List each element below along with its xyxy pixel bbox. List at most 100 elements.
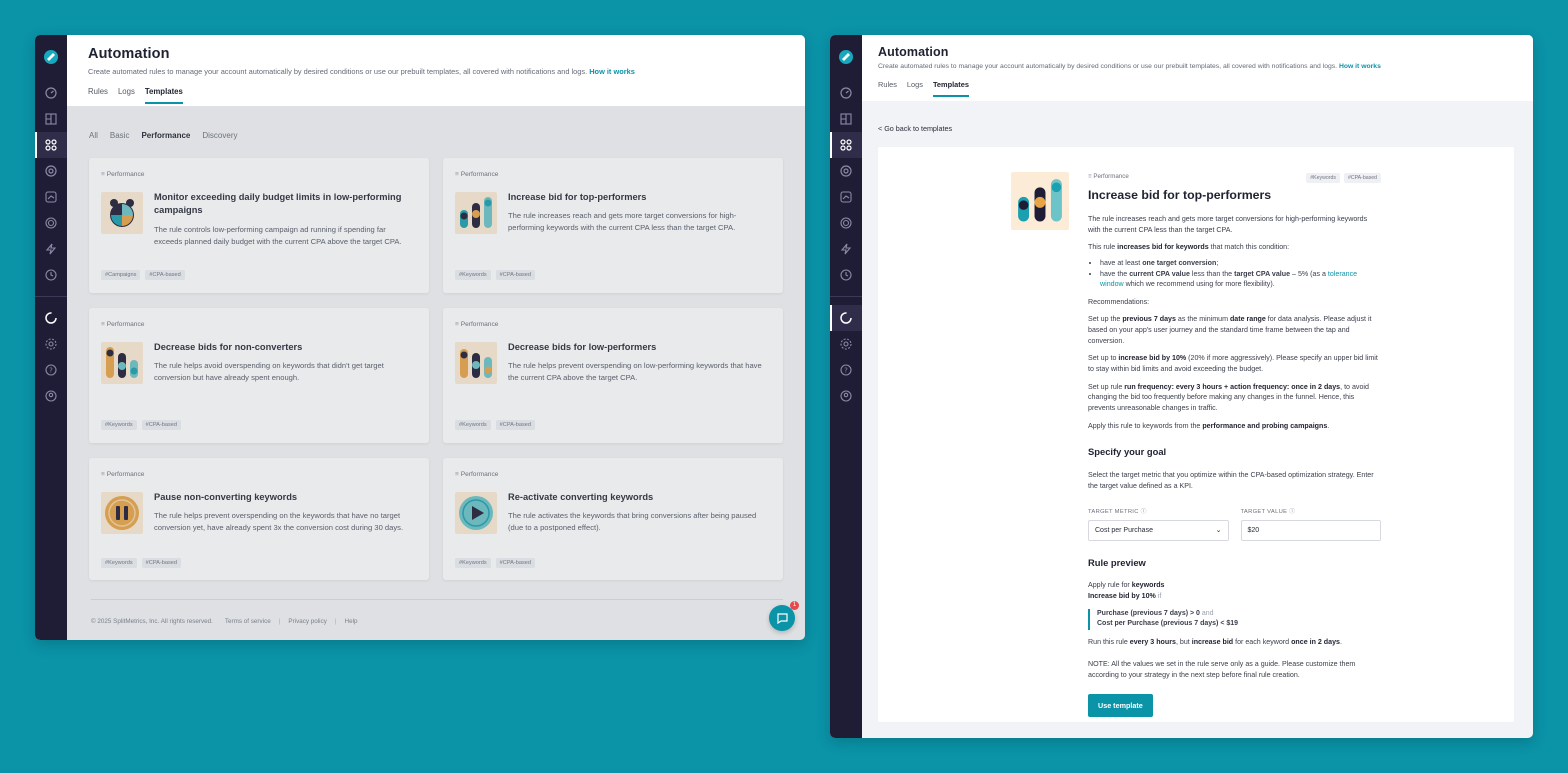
templates-list-window: ? Automation Create automated rules to m… (35, 35, 805, 640)
card-title: Pause non-converting keywords (154, 492, 298, 502)
loader-icon[interactable] (35, 305, 67, 331)
search-ads-icon[interactable] (35, 158, 67, 184)
chat-button[interactable]: 1 (769, 601, 799, 631)
card-description: The rule activates the keywords that bri… (508, 511, 757, 532)
filter-discovery[interactable]: Discovery (202, 131, 237, 140)
copyright-text: © 2025 SplitMetrics, Inc. All rights res… (91, 618, 213, 625)
automation-icon[interactable] (35, 132, 67, 158)
lightning-icon[interactable] (830, 236, 862, 262)
reports-icon[interactable] (35, 184, 67, 210)
filter-basic[interactable]: Basic (110, 131, 130, 140)
condition-list: have at least one target conversion; hav… (1100, 258, 1381, 290)
template-card-low-performers[interactable]: Performance Decrease bids for low-perfor… (443, 308, 783, 443)
tab-logs[interactable]: Logs (118, 87, 135, 104)
template-card-pause-keywords[interactable]: Performance Pause non-converting keyword… (89, 458, 429, 580)
app-logo-icon[interactable] (838, 49, 854, 70)
chip-keywords: #Keywords (455, 420, 491, 430)
tab-bar: Rules Logs Templates (88, 87, 784, 104)
filter-performance[interactable]: Performance (141, 131, 190, 140)
dashboard-icon[interactable] (830, 80, 862, 106)
page-title: Automation (878, 45, 949, 59)
pause-icon (101, 492, 143, 534)
target-icon[interactable] (35, 210, 67, 236)
recommendations-title: Recommendations: (1088, 297, 1150, 306)
how-it-works-link[interactable]: How it works (589, 67, 635, 76)
svg-text:?: ? (49, 367, 53, 375)
back-to-templates-link[interactable]: < Go back to templates (878, 124, 952, 133)
help-link[interactable]: Help (345, 618, 358, 625)
history-icon[interactable] (830, 262, 862, 288)
info-icon: ⓘ (1289, 508, 1296, 515)
template-card-non-converters[interactable]: Performance Decrease bids for non-conver… (89, 308, 429, 443)
target-icon[interactable] (830, 210, 862, 236)
goal-fields: TARGET METRIC ⓘ Cost per Purchase ⌄ TARGE… (1088, 506, 1381, 541)
detail-condition-text: This rule increases bid for keywords tha… (1088, 243, 1290, 252)
rule-preview-conditions: Purchase (previous 7 days) > 0 and Cost … (1088, 608, 1381, 630)
card-description: The rule controls low-performing campaig… (154, 225, 402, 246)
bars-down-icon (101, 342, 143, 384)
grid-icon[interactable] (35, 106, 67, 132)
detail-intro: The rule increases reach and gets more t… (1088, 215, 1368, 234)
goal-description: Select the target metric that you optimi… (1088, 471, 1374, 490)
info-icon: ⓘ (1140, 508, 1147, 515)
template-card-reactivate-keywords[interactable]: Performance Re-activate converting keywo… (443, 458, 783, 580)
condition-item: have at least one target conversion; (1100, 258, 1381, 269)
grid-icon[interactable] (830, 106, 862, 132)
target-value-input[interactable]: $20 (1240, 519, 1381, 541)
tab-logs[interactable]: Logs (907, 80, 923, 97)
settings-icon[interactable] (35, 331, 67, 357)
alarm-clock-icon (101, 192, 143, 234)
template-filters: All Basic Performance Discovery (89, 131, 238, 140)
card-category: Performance (455, 471, 499, 478)
reports-icon[interactable] (830, 184, 862, 210)
lightning-icon[interactable] (35, 236, 67, 262)
card-title: Decrease bids for low-performers (508, 342, 657, 352)
card-description: The rule helps prevent overspending on l… (508, 361, 762, 382)
footer-separator: | (334, 618, 337, 625)
automation-icon[interactable] (830, 132, 862, 158)
card-category: Performance (455, 321, 499, 328)
tab-rules[interactable]: Rules (878, 80, 897, 97)
template-card-increase-bid[interactable]: Performance Increase bid for top-perform… (443, 158, 783, 293)
loader-icon[interactable] (830, 305, 862, 331)
chip-cpa-based: #CPA-based (1343, 173, 1381, 183)
target-metric-select[interactable]: Cost per Purchase ⌄ (1088, 519, 1229, 541)
help-icon[interactable]: ? (35, 357, 67, 383)
tab-templates[interactable]: Templates (932, 80, 969, 97)
search-ads-icon[interactable] (830, 158, 862, 184)
privacy-link[interactable]: Privacy policy (288, 618, 327, 625)
tab-rules[interactable]: Rules (88, 87, 108, 104)
filter-all[interactable]: All (89, 131, 98, 140)
chip-cpa-based: #CPA-based (141, 558, 181, 568)
chip-campaigns: #Campaigns (101, 270, 141, 280)
recommendation-campaigns: Apply this rule to keywords from the per… (1088, 421, 1330, 430)
template-detail-window: ? Automation Create automated rules to m… (830, 35, 1533, 738)
chevron-down-icon: ⌄ (1215, 527, 1222, 535)
rule-preview-apply: Apply rule for keywords Increase bid by … (1088, 580, 1165, 600)
app-logo-icon[interactable] (43, 49, 59, 70)
history-icon[interactable] (35, 262, 67, 288)
card-description: The rule helps avoid overspending on key… (154, 361, 384, 382)
chip-keywords: #Keywords (455, 558, 491, 568)
template-detail-panel: Performance #Keywords #CPA-based Increas… (878, 147, 1514, 722)
target-metric-label: TARGET METRIC ⓘ (1088, 508, 1147, 515)
profile-icon[interactable] (830, 383, 862, 409)
svg-text:?: ? (844, 367, 848, 375)
chip-keywords: #Keywords (101, 558, 137, 568)
dashboard-icon[interactable] (35, 80, 67, 106)
tab-templates[interactable]: Templates (144, 87, 183, 104)
help-icon[interactable]: ? (830, 357, 862, 383)
use-template-button[interactable]: Use template (1088, 694, 1153, 718)
terms-link[interactable]: Terms of service (225, 618, 271, 625)
template-card-monitor-budget[interactable]: Performance Monitor exceeding daily budg… (89, 158, 429, 293)
how-it-works-link[interactable]: How it works (1339, 63, 1381, 70)
template-detail-content: Performance #Keywords #CPA-based Increas… (1088, 173, 1381, 718)
settings-icon[interactable] (830, 331, 862, 357)
page-description: Create automated rules to manage your ac… (878, 63, 1381, 70)
chat-badge: 1 (790, 601, 799, 610)
nav-rail: ? (35, 35, 67, 640)
card-title: Decrease bids for non-converters (154, 342, 303, 352)
rule-preview-note: NOTE: All the values we set in the rule … (1088, 660, 1356, 679)
profile-icon[interactable] (35, 383, 67, 409)
play-icon (455, 492, 497, 534)
